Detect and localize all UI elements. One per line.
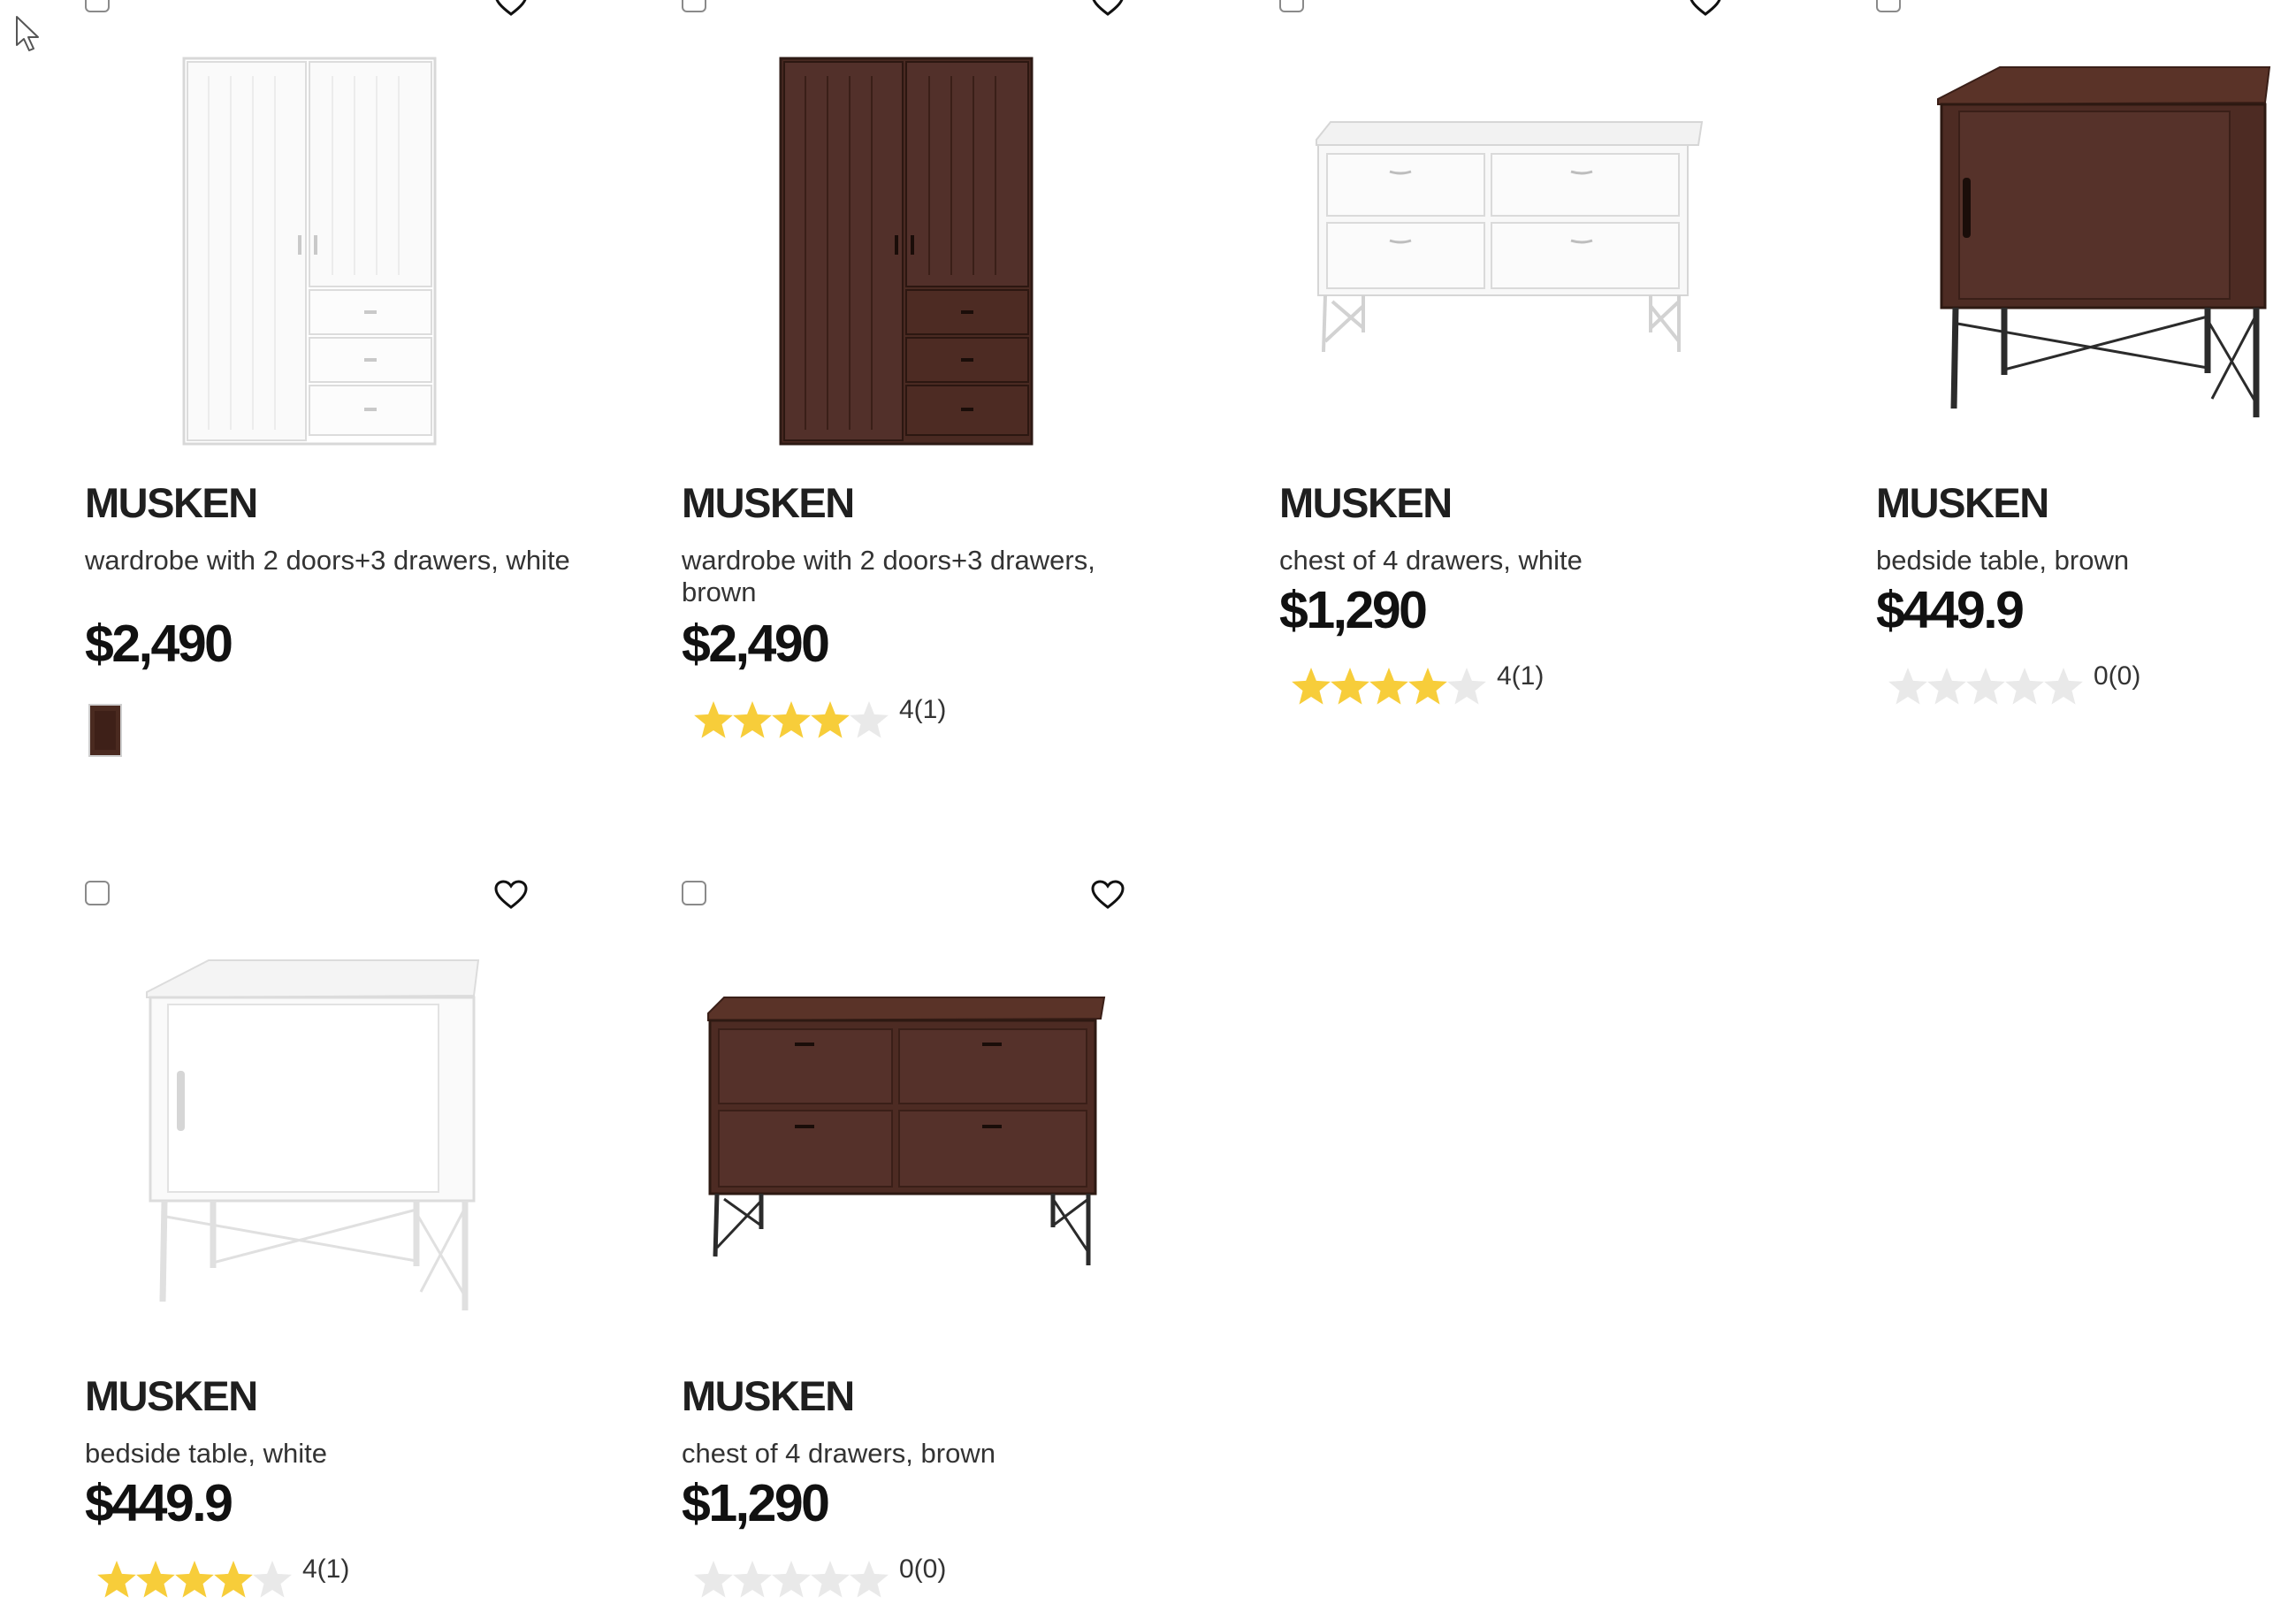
- brown-bedside-image[interactable]: [1876, 23, 2296, 447]
- product-name[interactable]: MUSKEN: [682, 478, 855, 527]
- star-icon: [772, 1561, 811, 1598]
- star-icon: [1369, 668, 1408, 705]
- product-name[interactable]: MUSKEN: [1279, 478, 1453, 527]
- product-description[interactable]: chest of 4 drawers, white: [1279, 545, 1774, 577]
- product-price: $449.9: [1876, 581, 2025, 639]
- product-description[interactable]: chest of 4 drawers, brown: [682, 1438, 1177, 1470]
- compare-checkbox[interactable]: [682, 881, 706, 905]
- color-swatch-brown[interactable]: [88, 704, 122, 757]
- rating-count: 4(1): [1497, 661, 1545, 691]
- product-name[interactable]: MUSKEN: [85, 1371, 258, 1420]
- white-chest-image[interactable]: [1279, 23, 1810, 447]
- heart-icon[interactable]: [1688, 0, 1723, 18]
- compare-checkbox[interactable]: [85, 0, 110, 12]
- product-name[interactable]: MUSKEN: [1876, 478, 2049, 527]
- star-icon: [1292, 668, 1331, 705]
- heart-icon[interactable]: [493, 0, 529, 18]
- star-icon: [850, 1561, 889, 1598]
- star-icon: [694, 1561, 733, 1598]
- rating-count: 0(0): [899, 1554, 947, 1584]
- star-icon: [694, 701, 733, 738]
- product-description[interactable]: wardrobe with 2 doors+3 drawers, brown: [682, 545, 1177, 608]
- star-icon: [2005, 668, 2044, 705]
- mouse-cursor-icon: [16, 16, 39, 51]
- brown-wardrobe-image[interactable]: [682, 23, 1212, 447]
- star-icon: [733, 701, 772, 738]
- star-icon: [1408, 668, 1447, 705]
- rating-stars: [694, 1561, 889, 1598]
- star-icon: [850, 701, 889, 738]
- white-wardrobe-image[interactable]: [85, 23, 615, 447]
- product-name[interactable]: MUSKEN: [85, 478, 258, 527]
- product-description[interactable]: bedside table, brown: [1876, 545, 2296, 577]
- brown-chest-image[interactable]: [682, 916, 1212, 1340]
- white-bedside-image[interactable]: [85, 916, 615, 1340]
- rating-count: 4(1): [302, 1554, 350, 1584]
- star-icon: [1331, 668, 1369, 705]
- star-icon: [1447, 668, 1486, 705]
- rating-stars: [97, 1561, 292, 1598]
- product-price: $2,490: [85, 615, 233, 673]
- rating-stars: [694, 701, 889, 738]
- product-price: $2,490: [682, 615, 830, 673]
- star-icon: [772, 701, 811, 738]
- product-price: $1,290: [1279, 581, 1428, 639]
- heart-icon[interactable]: [1090, 879, 1125, 911]
- product-price: $1,290: [682, 1474, 830, 1532]
- compare-checkbox[interactable]: [85, 881, 110, 905]
- heart-icon[interactable]: [493, 879, 529, 911]
- star-icon: [1888, 668, 1927, 705]
- product-name[interactable]: MUSKEN: [682, 1371, 855, 1420]
- rating-count: 4(1): [899, 695, 947, 724]
- compare-checkbox[interactable]: [1279, 0, 1304, 12]
- product-description[interactable]: wardrobe with 2 doors+3 drawers, white: [85, 545, 580, 577]
- star-icon: [811, 1561, 850, 1598]
- compare-checkbox[interactable]: [1876, 0, 1901, 12]
- compare-checkbox[interactable]: [682, 0, 706, 12]
- star-icon: [733, 1561, 772, 1598]
- star-icon: [2044, 668, 2083, 705]
- star-icon: [136, 1561, 175, 1598]
- star-icon: [175, 1561, 214, 1598]
- star-icon: [1966, 668, 2005, 705]
- star-icon: [811, 701, 850, 738]
- heart-icon[interactable]: [1090, 0, 1125, 18]
- star-icon: [1927, 668, 1966, 705]
- product-price: $449.9: [85, 1474, 233, 1532]
- star-icon: [253, 1561, 292, 1598]
- rating-stars: [1888, 668, 2083, 705]
- star-icon: [214, 1561, 253, 1598]
- rating-stars: [1292, 668, 1486, 705]
- rating-count: 0(0): [2094, 661, 2141, 691]
- product-description[interactable]: bedside table, white: [85, 1438, 580, 1470]
- star-icon: [97, 1561, 136, 1598]
